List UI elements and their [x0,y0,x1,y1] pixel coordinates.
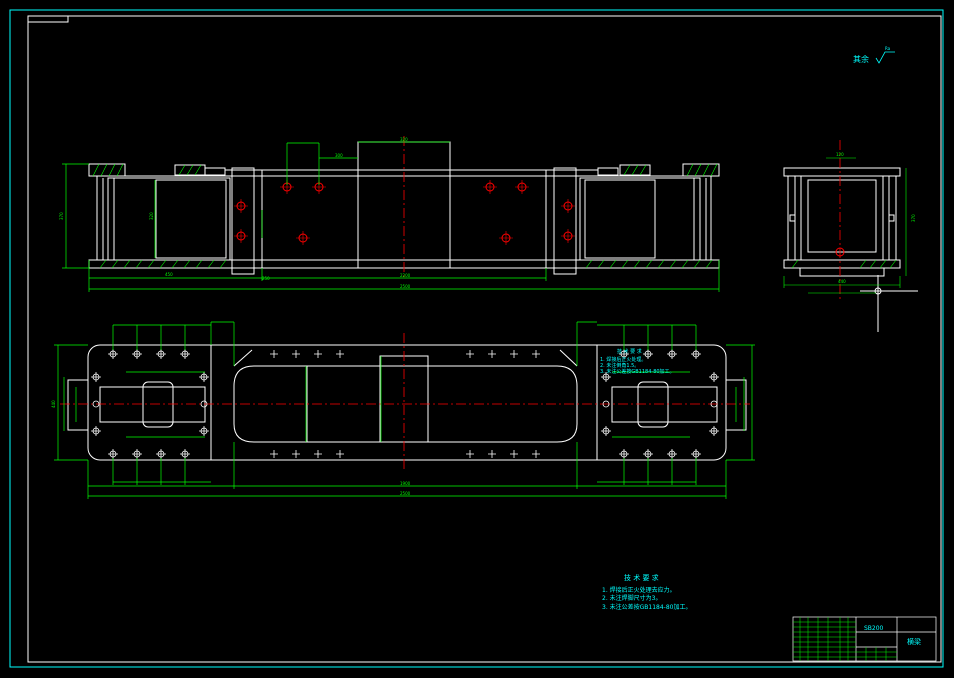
svg-text:2200: 2200 [400,273,411,278]
svg-text:技 术 要 求: 技 术 要 求 [624,573,659,582]
svg-text:其余: 其余 [853,54,869,64]
svg-text:2500: 2500 [400,491,411,496]
svg-text:450: 450 [165,272,173,277]
svg-text:320: 320 [400,137,408,142]
svg-text:2500: 2500 [400,284,411,289]
drawing-number: SB200 [864,625,884,632]
svg-text:300: 300 [335,153,343,158]
svg-text:1. 焊接后正火处理。: 1. 焊接后正火处理。 [600,356,646,363]
svg-text:440: 440 [838,279,846,284]
svg-text:370: 370 [911,214,916,222]
svg-text:3. 未注公差按GB1184-80加工。: 3. 未注公差按GB1184-80加工。 [600,368,675,375]
svg-text:2. 未注焊脚尺寸为3。: 2. 未注焊脚尺寸为3。 [602,594,661,602]
svg-text:2. 未注倒角1.5。: 2. 未注倒角1.5。 [600,362,639,369]
svg-text:3. 未注公差按GB1184-80加工。: 3. 未注公差按GB1184-80加工。 [602,603,691,611]
svg-text:1. 焊接后正火处理去应力。: 1. 焊接后正火处理去应力。 [602,586,676,594]
svg-text:440: 440 [51,400,56,408]
svg-text:1900: 1900 [400,481,411,486]
svg-text:320: 320 [149,212,154,220]
svg-text:技 术 要 求: 技 术 要 求 [617,348,642,355]
svg-text:Ra: Ra [885,46,891,51]
svg-text:120: 120 [836,152,844,157]
svg-text:250: 250 [262,276,270,281]
svg-text:370: 370 [59,212,64,220]
part-name: 横梁 [907,637,921,646]
cad-drawing-sheet: 其余 Ra 450 250 2200 2500 320 300 370 320 … [0,0,954,678]
